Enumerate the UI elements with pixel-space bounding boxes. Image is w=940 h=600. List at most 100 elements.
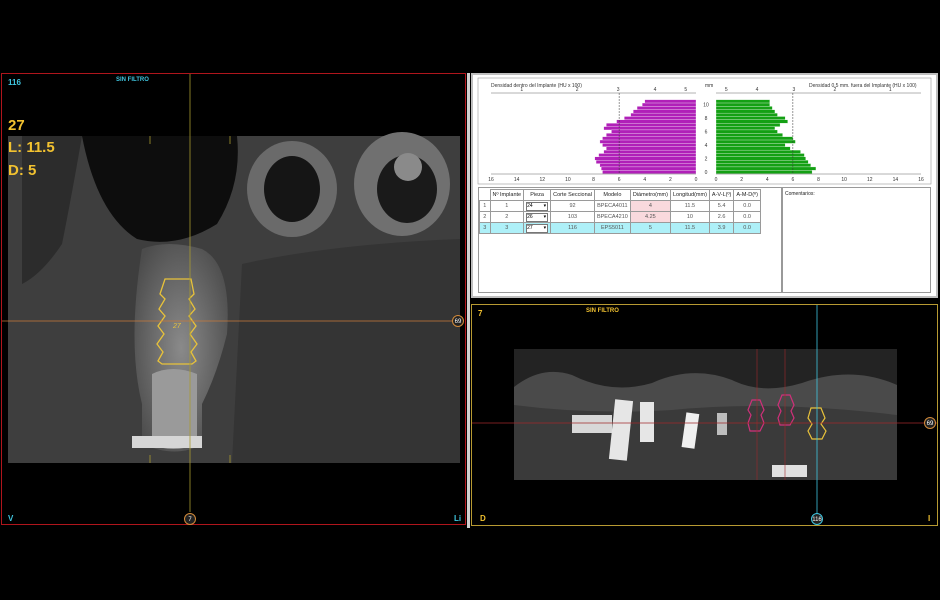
cell-num: 3 (489, 222, 525, 234)
cell-longitud: 11.5 (669, 222, 710, 234)
pieza-select[interactable]: 26 ▾ (526, 212, 549, 222)
row-index: 3 (479, 222, 491, 234)
col-header-pieza[interactable]: Pieza (523, 189, 552, 201)
svg-text:27: 27 (172, 323, 182, 330)
col-header-corte[interactable]: Corte Seccional (550, 189, 595, 201)
right-x-tick-label: 14 (893, 177, 899, 183)
density-chart: Densidad dentro del Implante (HU x 100) … (477, 77, 932, 185)
outside-density-bar (715, 153, 805, 158)
row-index: 1 (479, 200, 491, 212)
panoramic-view[interactable]: 7 SIN FILTRO D I 116 69 (471, 304, 938, 526)
cell-amd: 0.0 (733, 200, 761, 212)
cell-modelo: EPS5011 (593, 222, 631, 234)
mm-label: mm (705, 83, 713, 89)
inside-density-bar (606, 123, 697, 127)
implant-length: L: 11.5 (8, 139, 55, 156)
outside-density-bar (715, 112, 778, 117)
panoramic-marker-right[interactable]: 69 (924, 417, 936, 429)
panel-divider[interactable] (467, 73, 470, 528)
cell-modelo: BPECA4210 (593, 211, 631, 223)
chevron-down-icon: ▾ (543, 224, 547, 231)
panoramic-marker-bottom[interactable]: 116 (811, 513, 823, 525)
outside-density-bar (715, 170, 813, 174)
cell-diametro: 4.25 (629, 211, 671, 223)
outside-density-bar (715, 146, 791, 151)
right-top-tick-label: 1 (889, 87, 892, 93)
inside-density-bar (606, 133, 697, 137)
cross-section-view[interactable]: 27 116 SIN FILTRO 27 L: 11.5 D: 5 V Li 7… (1, 73, 466, 525)
inside-density-bar (598, 153, 697, 158)
cell-amd: 0.0 (733, 211, 761, 223)
left-x-tick-label: 2 (669, 177, 672, 183)
cell-corte: 92 (550, 200, 595, 212)
left-x-tick-label: 0 (695, 177, 698, 183)
outside-density-bar (715, 163, 811, 168)
slice-number: 116 (8, 78, 21, 87)
cell-longitud: 11.5 (669, 200, 710, 212)
left-x-tick-label: 6 (618, 177, 621, 183)
col-header-num[interactable]: Nº Implante (489, 189, 525, 201)
implant-diameter: D: 5 (8, 162, 37, 179)
implant-table-container: Nº Implante Pieza Corte Seccional Modelo… (478, 187, 782, 293)
mm-tick-label: 0 (705, 170, 708, 176)
inside-density-bar (606, 146, 697, 151)
slice-marker-bottom[interactable]: 7 (184, 513, 196, 525)
table-row-selected[interactable]: 3 3 27 ▾ 116 EPS5011 5 11.5 3.9 0.0 (479, 222, 761, 234)
right-x-tick-label: 12 (867, 177, 873, 183)
left-x-tick-label: 12 (539, 177, 545, 183)
comments-box[interactable]: Comentarios: (782, 187, 931, 293)
left-top-tick-label: 5 (684, 87, 687, 93)
inside-density-bar (624, 116, 697, 121)
right-top-tick-label: 3 (793, 87, 796, 93)
cell-avl: 3.9 (708, 222, 735, 234)
slice-marker-right[interactable]: 69 (452, 315, 464, 327)
left-chart-title: Densidad dentro del Implante (HU x 100) (491, 83, 582, 89)
outside-density-bar (715, 116, 786, 121)
outside-density-bar (715, 133, 783, 137)
filter-label: SIN FILTRO (116, 77, 149, 83)
right-x-tick-label: 16 (918, 177, 924, 183)
col-header-diametro[interactable]: Diámetro(mm) (629, 189, 671, 201)
inside-density-bar (642, 102, 697, 107)
pieza-select[interactable]: 24 ▾ (526, 201, 549, 211)
panoramic-slice-number: 7 (478, 309, 483, 318)
inside-density-bar (601, 166, 697, 171)
left-x-tick-label: 10 (565, 177, 571, 183)
mm-tick-label: 4 (705, 143, 708, 149)
table-row[interactable]: 2 2 26 ▾ 103 BPECA4210 4.25 10 2.6 0.0 (479, 211, 761, 223)
inside-density-bar (602, 170, 697, 174)
inside-density-bar (599, 139, 697, 144)
corner-label-right-side: D (480, 514, 486, 523)
right-x-tick-label: 6 (791, 177, 794, 183)
mm-tick-label: 6 (705, 130, 708, 136)
inside-density-bar (594, 156, 697, 161)
col-header-amd[interactable]: A-M-D(º) (733, 189, 761, 201)
inside-density-bar (616, 119, 697, 124)
right-top-tick-label: 2 (834, 87, 837, 93)
inside-density-bar (599, 163, 697, 168)
outside-density-bar (715, 119, 788, 124)
cell-num: 2 (489, 211, 525, 223)
col-header-avl[interactable]: A-V-L(º) (708, 189, 735, 201)
cell-avl: 2.6 (708, 211, 735, 223)
pieza-select[interactable]: 27 ▾ (526, 223, 549, 233)
table-row[interactable]: 1 1 24 ▾ 92 BPECA4011 4 11.5 5.4 0.0 (479, 200, 761, 212)
cell-diametro: 5 (629, 222, 671, 234)
cell-diametro: 4 (629, 200, 671, 212)
implant-table: Nº Implante Pieza Corte Seccional Modelo… (479, 189, 761, 234)
left-x-tick-label: 16 (488, 177, 494, 183)
left-top-tick-label: 2 (576, 87, 579, 93)
right-x-tick-label: 8 (817, 177, 820, 183)
left-x-tick-label: 8 (592, 177, 595, 183)
col-header-longitud[interactable]: Longitud(mm) (669, 189, 710, 201)
outside-density-bar (715, 156, 806, 161)
inside-density-bar (603, 149, 697, 154)
outside-density-bar (715, 149, 801, 154)
cell-corte: 116 (550, 222, 595, 234)
corner-label-lingual: Li (454, 514, 462, 523)
tooth-number: 27 (8, 117, 25, 134)
panoramic-filter-label: SIN FILTRO (586, 308, 619, 314)
outside-density-bar (715, 166, 817, 171)
col-header-modelo[interactable]: Modelo (593, 189, 631, 201)
inside-density-bar (644, 99, 697, 104)
